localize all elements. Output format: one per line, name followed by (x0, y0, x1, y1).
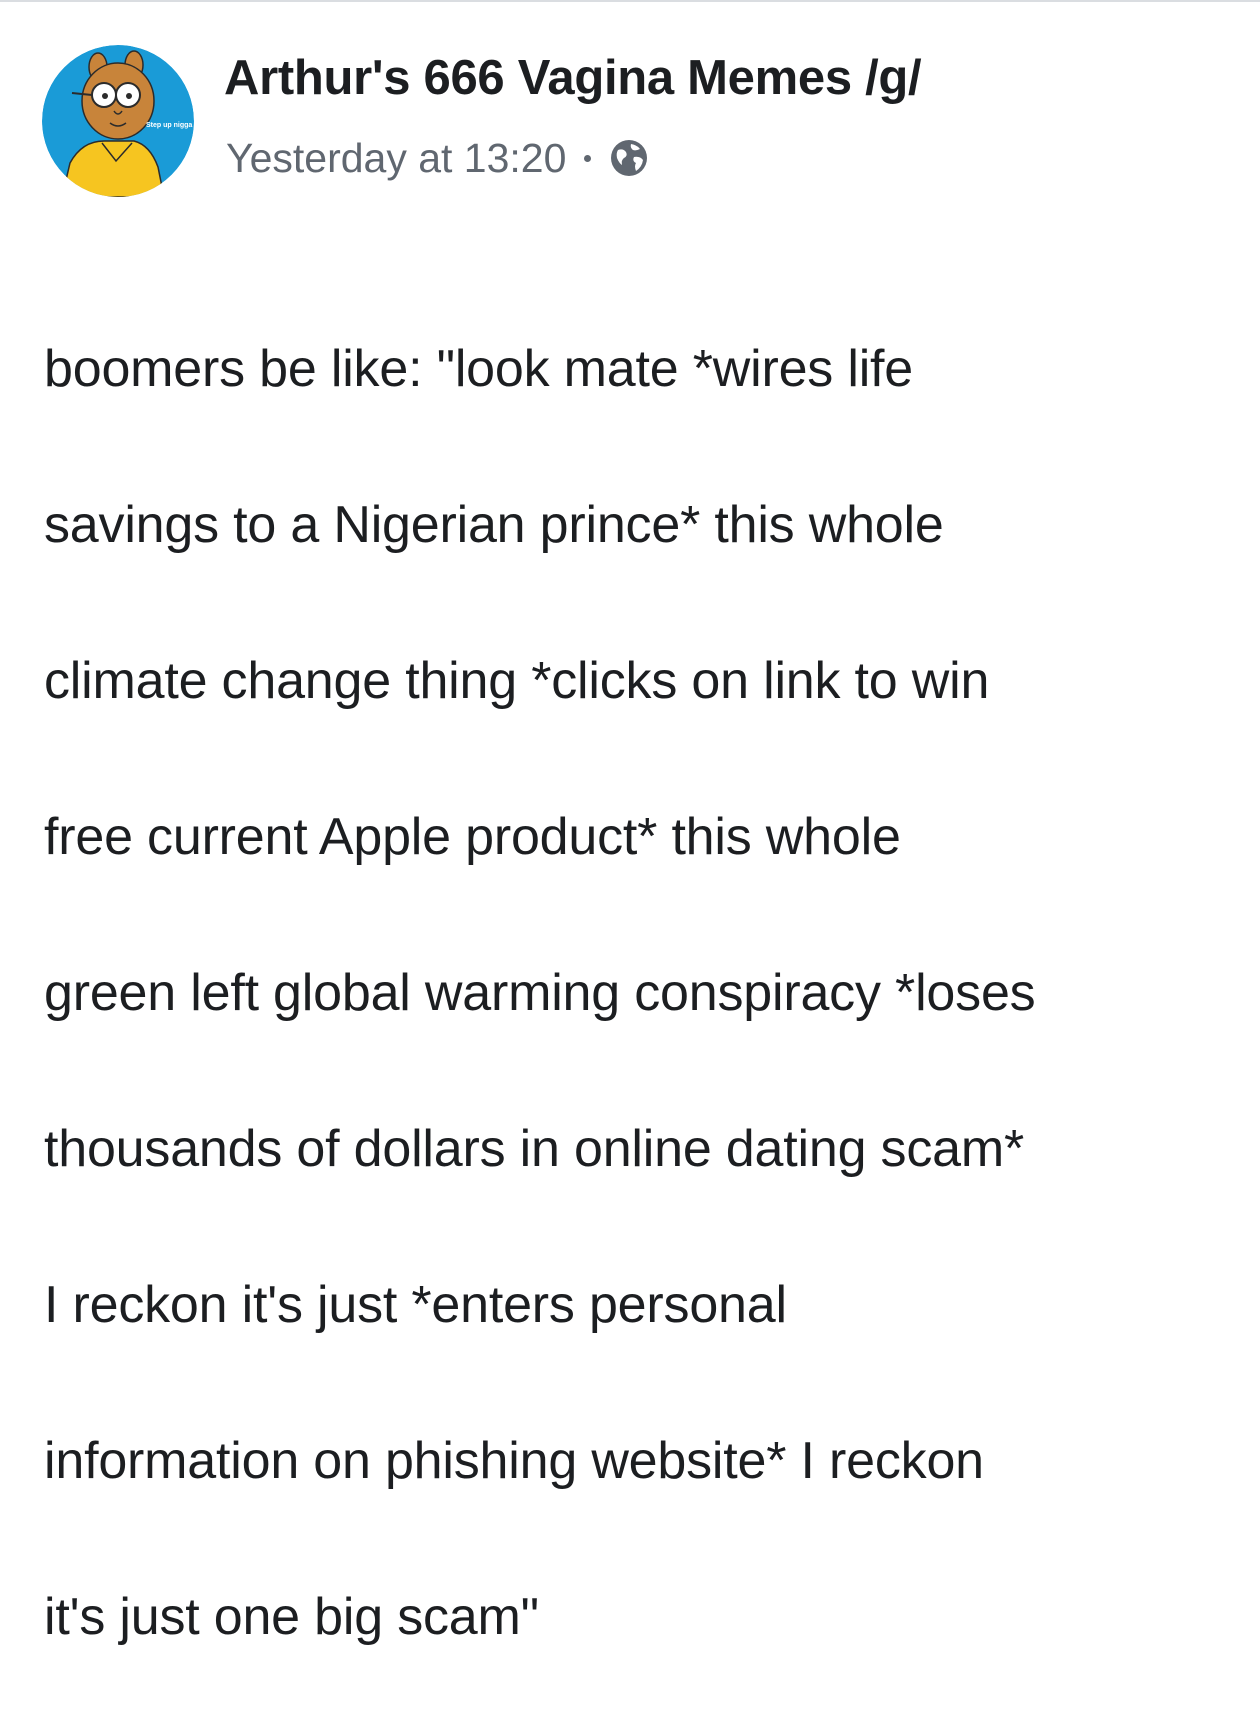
author-name-link[interactable]: Arthur's 666 Vagina Memes /g/ (224, 50, 922, 106)
post-text-line: boomers be like: "look mate *wires life (44, 340, 914, 398)
post-text-line: climate change thing *clicks on link to … (44, 652, 990, 710)
globe-icon[interactable] (609, 138, 649, 178)
post-text-line: savings to a Nigerian prince* this whole (44, 496, 944, 554)
cartoon-aardvark-avatar-icon: Step up nigga (42, 45, 194, 197)
post-text-line: free current Apple product* this whole (44, 808, 901, 866)
post-text-line: it's just one big scam" (44, 1588, 539, 1646)
author-avatar[interactable]: Step up nigga (42, 45, 194, 197)
meta-separator-dot (584, 154, 592, 162)
post-meta: Yesterday at 13:20 (226, 132, 649, 184)
svg-text:Step up nigga: Step up nigga (146, 122, 192, 129)
post-text-line: thousands of dollars in online dating sc… (44, 1120, 1025, 1178)
post-timestamp[interactable]: Yesterday at 13:20 (226, 135, 566, 182)
post-text-line: I reckon it's just *enters personal (44, 1276, 787, 1334)
facebook-post: Step up nigga Arthur's 666 Vagina Memes … (0, 0, 1260, 1646)
post-body-text: boomers be like: "look mate *wires life … (44, 252, 1234, 1734)
post-text-line: information on phishing website* I recko… (44, 1432, 984, 1490)
post-text-line: green left global warming conspiracy *lo… (44, 964, 1036, 1022)
